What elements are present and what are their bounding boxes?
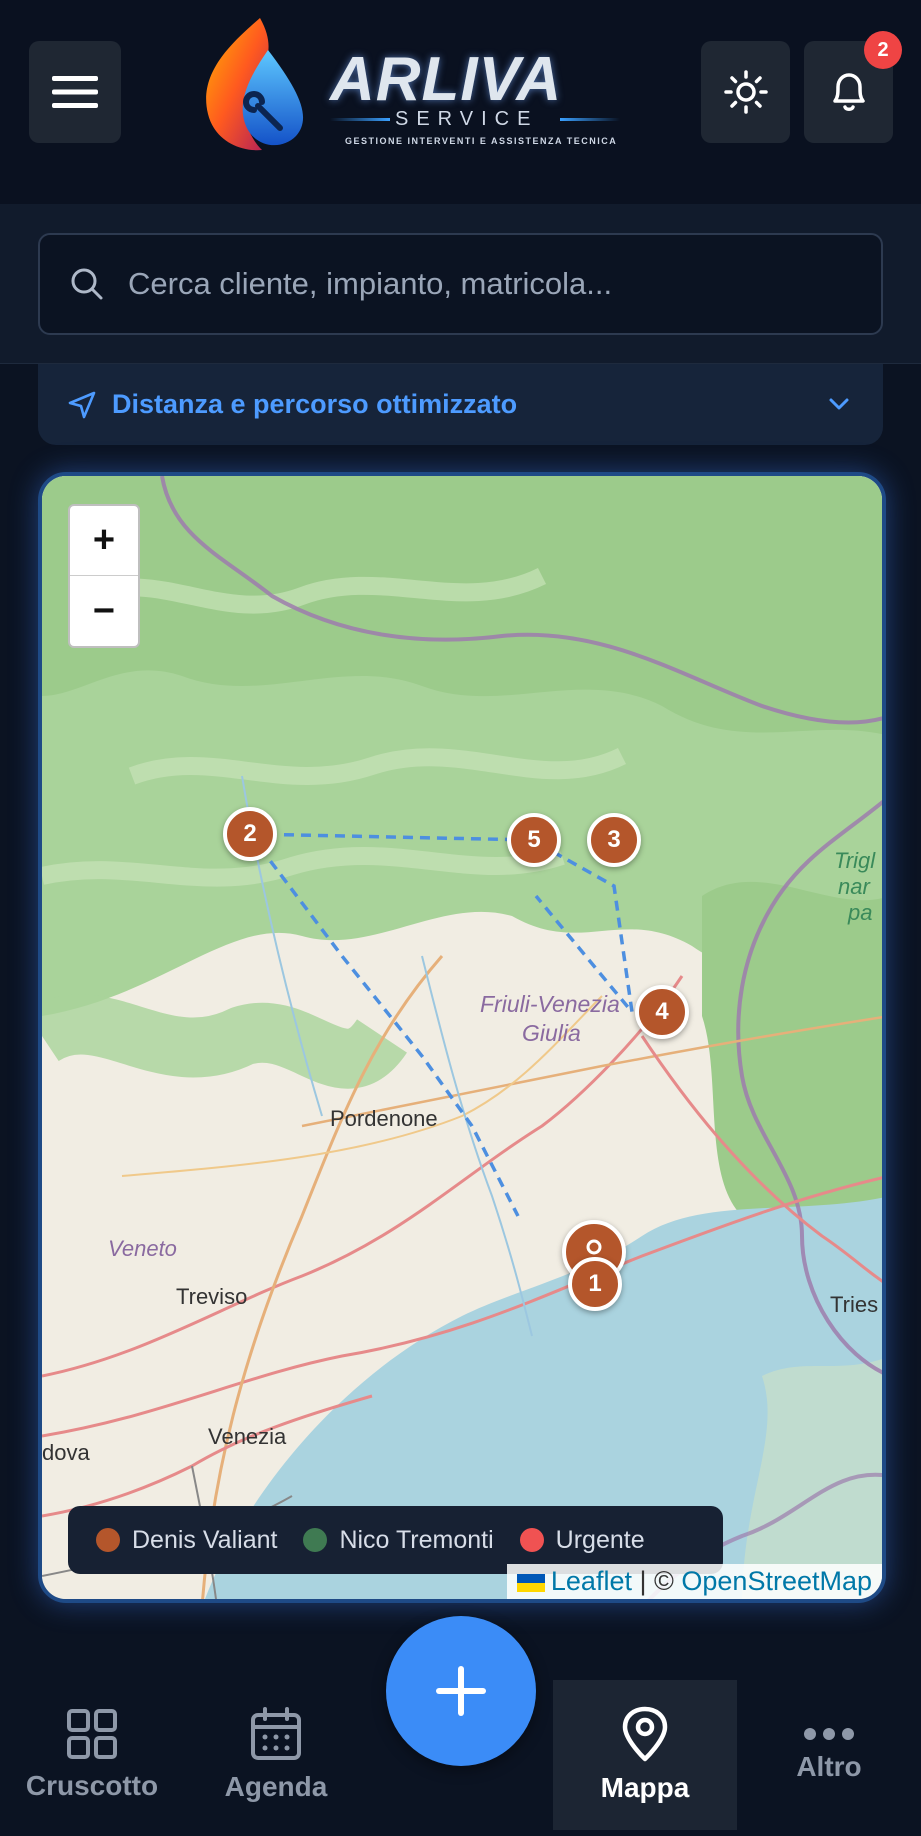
map-label-region: Giulia (522, 1020, 581, 1046)
map-label-triglav: nar (838, 874, 870, 899)
zoom-control: + − (68, 504, 140, 648)
nav-item-agenda[interactable]: Agenda (184, 1680, 368, 1830)
nav-label: Altro (796, 1751, 862, 1782)
leaflet-link[interactable]: Leaflet (551, 1566, 632, 1596)
map-label-padova: dova (42, 1440, 90, 1465)
map-label-triglav: pa (848, 900, 873, 925)
legend-item: Denis Valiant (96, 1526, 277, 1555)
map-tiles[interactable] (42, 476, 886, 1603)
map-label-treviso: Treviso (176, 1284, 248, 1309)
map-view[interactable]: + − Friuli-Venezia Giulia Pordenone Vene… (38, 472, 886, 1603)
map-label-venezia: Venezia (208, 1424, 287, 1449)
legend-item: Urgente (519, 1525, 645, 1555)
map-label-triglav: Trigl (834, 848, 876, 873)
bell-icon (832, 73, 865, 111)
plus-icon (436, 1666, 486, 1716)
map-marker-5[interactable]: 5 (507, 813, 561, 867)
legend-label: Urgente (555, 1525, 645, 1554)
legend-dot (519, 1528, 544, 1552)
route-panel-toggle[interactable]: Distanza e percorso ottimizzato (38, 364, 883, 445)
logo-title: ARLIVA (330, 45, 563, 114)
ukraine-flag-icon (516, 1573, 545, 1592)
map-label-pordenone: Pordenone (330, 1106, 438, 1131)
legend-dot (303, 1528, 328, 1552)
sun-icon (723, 70, 768, 114)
zoom-out-button[interactable]: − (70, 576, 138, 646)
notification-badge: 2 (864, 31, 902, 69)
hamburger-icon (52, 76, 98, 108)
nav-item-mappa[interactable]: Mappa (553, 1680, 737, 1830)
map-marker-2[interactable]: 2 (223, 807, 277, 861)
map-label-trieste: Tries (830, 1292, 879, 1317)
logo-divider (330, 118, 390, 121)
legend-dot (96, 1528, 120, 1552)
map-pin-icon (622, 1706, 668, 1762)
route-panel-label: Distanza e percorso ottimizzato (112, 389, 518, 419)
legend-label: Denis Valiant (132, 1525, 278, 1554)
map-label-veneto: Veneto (108, 1236, 177, 1261)
app-header: ARLIVA SERVICE GESTIONE INTERVENTI E ASS… (0, 0, 921, 204)
theme-toggle-button[interactable] (701, 41, 790, 143)
nav-label: Mappa (600, 1772, 690, 1803)
map-label-region: Friuli-Venezia (480, 991, 620, 1017)
more-icon (804, 1728, 854, 1740)
map-attribution: Leaflet | © OpenStreetMap (506, 1564, 882, 1599)
logo-tagline: GESTIONE INTERVENTI E ASSISTENZA TECNICA (345, 136, 618, 146)
search-placeholder: Cerca cliente, impianto, matricola... (128, 266, 613, 301)
map-marker-1[interactable]: 1 (568, 1257, 622, 1311)
nav-item-cruscotto[interactable]: Cruscotto (0, 1680, 184, 1830)
search-icon (71, 268, 103, 300)
add-button[interactable] (386, 1616, 536, 1766)
nav-label: Agenda (224, 1771, 328, 1802)
menu-button[interactable] (29, 41, 121, 143)
grid-icon (67, 1709, 117, 1759)
map-marker-4[interactable]: 4 (635, 985, 689, 1039)
attribution-separator: | © (631, 1566, 682, 1596)
openstreetmap-link[interactable]: OpenStreetMap (681, 1566, 872, 1596)
nav-label: Cruscotto (25, 1770, 159, 1801)
nav-item-altro[interactable]: Altro (737, 1680, 921, 1830)
logo-flame-icon (206, 18, 304, 151)
search-input[interactable]: Cerca cliente, impianto, matricola... (38, 233, 883, 335)
logo-divider (560, 118, 620, 121)
app-logo: ARLIVA SERVICE GESTIONE INTERVENTI E ASS… (190, 14, 640, 154)
legend-label: Nico Tremonti (339, 1525, 494, 1554)
zoom-in-button[interactable]: + (70, 506, 138, 576)
legend-item: Nico Tremonti (303, 1525, 494, 1555)
chevron-down-icon (829, 398, 849, 410)
map-marker-3[interactable]: 3 (587, 813, 641, 867)
logo-subtitle: SERVICE (395, 108, 539, 130)
calendar-icon (251, 1707, 301, 1760)
navigation-arrow-icon (68, 391, 96, 418)
